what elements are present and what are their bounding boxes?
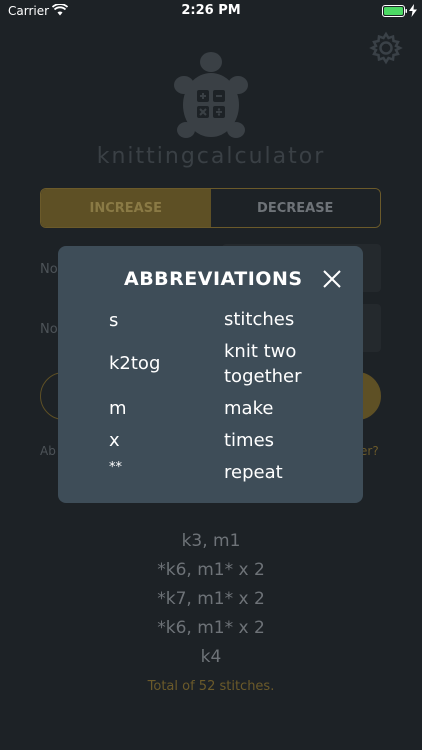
abbreviation-meaning: together <box>224 366 302 387</box>
mode-toggle: INCREASE DECREASE <box>40 188 381 228</box>
abbreviation-term: x <box>109 430 120 451</box>
abbreviation-meaning: times <box>224 430 275 451</box>
app-name: knittingcalculator <box>96 144 326 169</box>
result-line: k3, m1 <box>181 531 241 551</box>
gear-icon[interactable] <box>369 31 403 69</box>
abbreviation-meaning: repeat <box>224 462 283 483</box>
abbreviation-meaning: make <box>224 398 274 419</box>
abbreviation-term: m <box>109 398 127 419</box>
result-line: *k6, m1* x 2 <box>157 560 265 580</box>
abbreviation-meaning: knit two <box>224 341 297 362</box>
close-icon[interactable] <box>321 268 343 294</box>
result-line: *k6, m1* x 2 <box>157 618 265 638</box>
field-label-1: No <box>40 262 58 277</box>
increase-tab[interactable]: INCREASE <box>41 189 211 227</box>
result-line: *k7, m1* x 2 <box>157 589 265 609</box>
modal-title: ABBREVIATIONS <box>124 268 303 290</box>
abbreviation-term: k2tog <box>109 353 161 374</box>
abbreviation-meaning: stitches <box>224 309 295 330</box>
turtle-logo-icon <box>170 50 252 144</box>
field-label-2: No <box>40 322 58 337</box>
result-total: Total of 52 stitches. <box>147 679 275 694</box>
decrease-tab[interactable]: DECREASE <box>210 189 380 227</box>
result-line: k4 <box>200 647 222 667</box>
abbreviations-link[interactable]: Ab <box>40 444 56 458</box>
abbreviations-modal: ABBREVIATIONS s stitches k2tog knit two … <box>58 246 363 503</box>
abbreviation-term: ** <box>109 460 122 475</box>
abbreviation-term: s <box>109 310 119 331</box>
